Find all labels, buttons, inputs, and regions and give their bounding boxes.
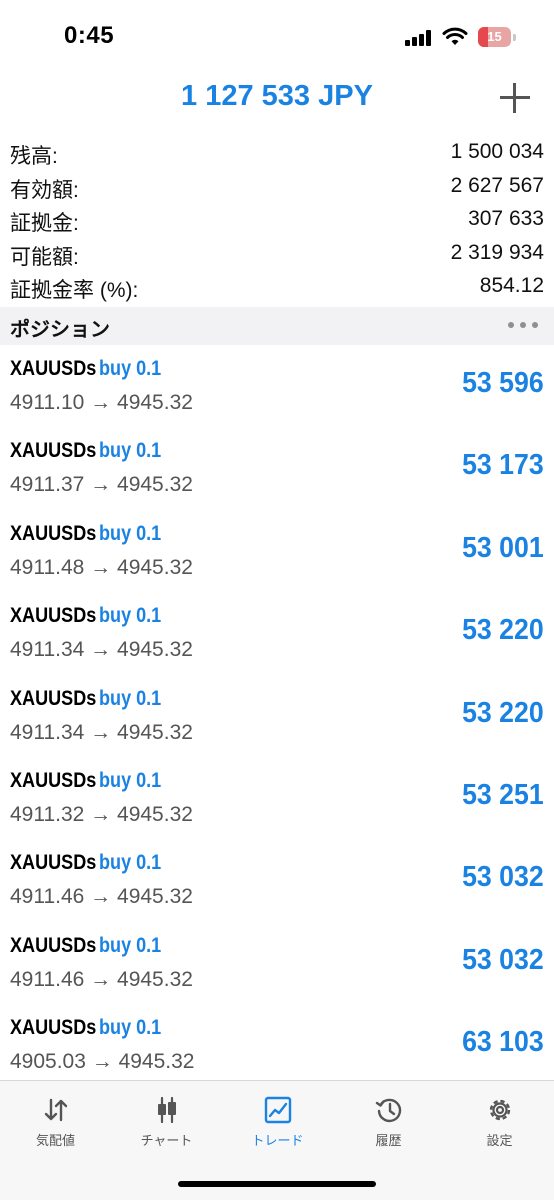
- position-prices: 4911.34 → 4945.32: [10, 720, 193, 744]
- position-side: buy 0.1: [99, 933, 162, 957]
- trade-chart-icon: [264, 1096, 291, 1124]
- position-symbol: XAUUSDs: [10, 933, 97, 957]
- position-profit: 53 032: [462, 861, 544, 894]
- summary-row-balance: 残高: 1 500 034: [0, 136, 554, 170]
- position-profit: 53 173: [462, 449, 544, 482]
- tab-label: 履歴: [375, 1133, 402, 1148]
- status-time: 0:45: [64, 22, 115, 49]
- position-profit: 53 251: [462, 778, 544, 811]
- position-prices: 4911.32 → 4945.32: [10, 802, 193, 826]
- position-profit: 53 220: [462, 614, 544, 647]
- position-row[interactable]: XAUUSDs buy 0.1 4911.32 → 4945.32 53 251: [0, 757, 554, 839]
- settings-gear-icon: [489, 1099, 510, 1121]
- position-row[interactable]: XAUUSDs buy 0.1 4911.34 → 4945.32 53 220: [0, 592, 554, 674]
- position-prices: 4911.10 → 4945.32: [10, 391, 193, 414]
- summary-row-margin-level: 証拠金率 (%): 854.12: [0, 270, 554, 304]
- account-summary: 残高: 1 500 034 有効額: 2 627 567 証拠金: 307 63…: [0, 136, 554, 304]
- summary-label: 残高:: [10, 145, 58, 168]
- summary-label: 証拠金:: [10, 212, 79, 236]
- position-row[interactable]: XAUUSDs buy 0.1 4911.10 → 4945.32 53 596: [0, 345, 554, 427]
- position-side: buy 0.1: [99, 1016, 162, 1040]
- tab-label: トレード: [251, 1133, 304, 1148]
- quotes-arrows-icon: [44, 1098, 67, 1122]
- summary-row-margin: 証拠金: 307 633: [0, 203, 554, 237]
- history-clock-icon: [375, 1098, 401, 1123]
- tab-settings[interactable]: 設定: [444, 1095, 554, 1155]
- position-side: buy 0.1: [99, 357, 162, 380]
- position-side: buy 0.1: [99, 851, 162, 875]
- tab-label: 気配値: [35, 1133, 75, 1148]
- position-row[interactable]: XAUUSDs buy 0.1 4905.03 → 4945.32 63 103: [0, 1004, 554, 1086]
- position-prices: 4911.46 → 4945.32: [10, 885, 193, 909]
- position-profit: 53 220: [462, 696, 544, 729]
- position-row[interactable]: XAUUSDs buy 0.1 4911.34 → 4945.32 53 220: [0, 675, 554, 757]
- position-side: buy 0.1: [99, 604, 162, 628]
- position-prices: 4911.46 → 4945.32: [10, 967, 193, 991]
- position-row[interactable]: XAUUSDs buy 0.1 4911.46 → 4945.32 53 032: [0, 839, 554, 921]
- position-profit: 63 103: [462, 1026, 544, 1059]
- position-side: buy 0.1: [99, 768, 162, 792]
- position-symbol: XAUUSDs: [10, 768, 97, 792]
- position-symbol: XAUUSDs: [10, 521, 97, 545]
- tab-chart[interactable]: チャート: [111, 1095, 222, 1155]
- candlestick-chart-icon: [157, 1096, 176, 1124]
- position-symbol: XAUUSDs: [10, 604, 97, 628]
- home-indicator: [178, 1181, 376, 1187]
- cellular-signal-icon: [405, 30, 433, 46]
- summary-row-free-margin: 可能額: 2 319 934: [0, 237, 554, 271]
- position-prices: 4905.03 → 4945.32: [10, 1050, 195, 1074]
- position-side: buy 0.1: [99, 439, 162, 463]
- summary-value: 2 319 934: [450, 240, 544, 264]
- position-symbol: XAUUSDs: [10, 851, 97, 875]
- position-row[interactable]: XAUUSDs buy 0.1 4911.37 → 4945.32 53 173: [0, 427, 554, 509]
- tab-quotes[interactable]: 気配値: [0, 1095, 111, 1155]
- ellipsis-icon: [508, 322, 514, 328]
- tab-history[interactable]: 履歴: [333, 1095, 444, 1155]
- position-prices: 4911.48 → 4945.32: [10, 555, 193, 579]
- tab-label: チャート: [140, 1133, 193, 1148]
- summary-label: 可能額:: [10, 245, 79, 269]
- wifi-icon: [442, 26, 468, 46]
- summary-row-equity: 有効額: 2 627 567: [0, 170, 554, 204]
- summary-value: 2 627 567: [450, 173, 544, 197]
- position-row[interactable]: XAUUSDs buy 0.1 4911.48 → 4945.32 53 001: [0, 510, 554, 592]
- floating-profit-title[interactable]: 1 127 533 JPY: [0, 80, 554, 113]
- positions-section-header: ポジション: [0, 307, 554, 345]
- tab-trade[interactable]: トレード: [222, 1095, 333, 1155]
- summary-value: 1 500 034: [450, 140, 544, 163]
- position-symbol: XAUUSDs: [10, 1016, 97, 1040]
- position-profit: 53 596: [462, 367, 544, 399]
- new-order-button[interactable]: [497, 80, 533, 116]
- trade-header: 1 127 533 JPY: [0, 70, 554, 130]
- position-symbol: XAUUSDs: [10, 439, 97, 463]
- position-symbol: XAUUSDs: [10, 686, 97, 710]
- more-options-button[interactable]: [508, 322, 538, 330]
- summary-label: 有効額:: [10, 178, 79, 202]
- position-side: buy 0.1: [99, 686, 162, 710]
- position-row[interactable]: XAUUSDs buy 0.1 4911.46 → 4945.32 53 032: [0, 922, 554, 1004]
- position-symbol: XAUUSDs: [10, 357, 97, 380]
- summary-label: 証拠金率 (%):: [10, 279, 139, 303]
- position-prices: 4911.37 → 4945.32: [10, 473, 193, 497]
- battery-level: 15: [487, 29, 502, 44]
- position-profit: 53 001: [462, 531, 544, 564]
- position-profit: 53 032: [462, 943, 544, 976]
- summary-value: 307 633: [468, 207, 544, 231]
- positions-list: XAUUSDs buy 0.1 4911.10 → 4945.32 53 596…: [0, 345, 554, 1087]
- tab-label: 設定: [486, 1133, 513, 1148]
- battery-icon: 15: [478, 27, 516, 47]
- summary-value: 854.12: [479, 274, 544, 298]
- position-prices: 4911.34 → 4945.32: [10, 638, 193, 662]
- section-title: ポジション: [10, 319, 110, 341]
- status-bar: 0:45 15: [0, 0, 554, 70]
- position-side: buy 0.1: [99, 521, 162, 545]
